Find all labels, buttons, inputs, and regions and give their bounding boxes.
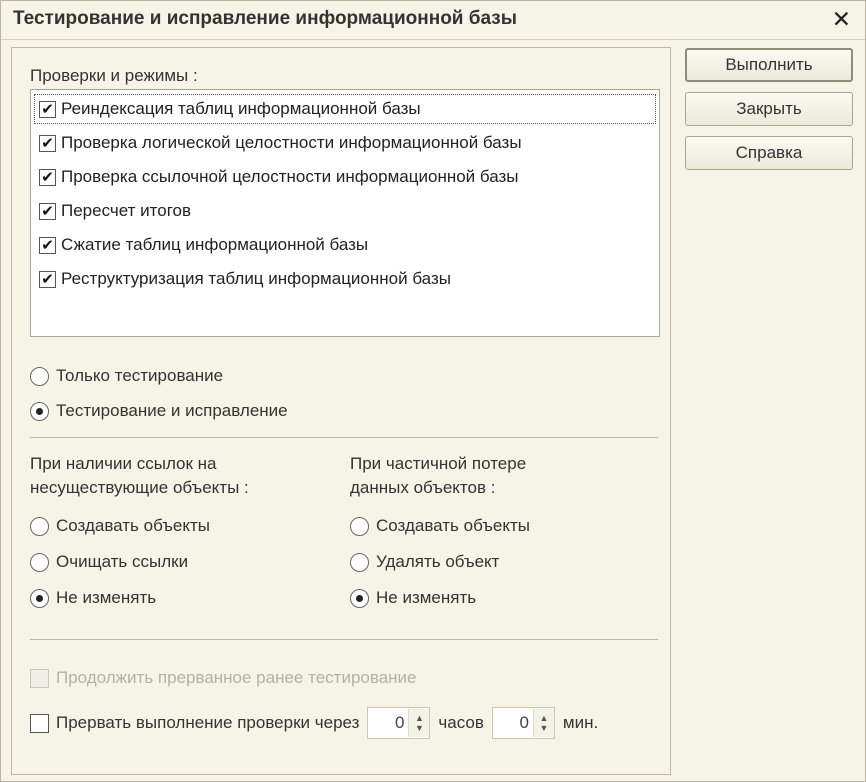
radio-only-testing[interactable]: Только тестирование xyxy=(30,366,223,386)
close-button[interactable]: Закрыть xyxy=(685,92,853,126)
check-item-restructure[interactable]: ✔ Реструктуризация таблиц информационной… xyxy=(35,265,655,293)
checkbox-checked-icon[interactable]: ✔ xyxy=(39,168,56,186)
radio-label: Создавать объекты xyxy=(376,516,530,535)
radio-icon[interactable] xyxy=(30,552,49,572)
radio-label: Очищать ссылки xyxy=(56,552,189,571)
interrupt-checkbox-row[interactable]: Прервать выполнение проверки через 0 ▲ ▼ … xyxy=(30,707,598,739)
check-item-label: Проверка логической целостности информац… xyxy=(61,133,522,152)
hours-stepper[interactable]: 0 ▲ ▼ xyxy=(367,707,431,739)
radio-refs-clear-links[interactable]: Очищать ссылки xyxy=(30,552,188,572)
resume-checkbox-row: Продолжить прерванное ранее тестирование xyxy=(30,668,417,688)
checkbox-checked-icon[interactable]: ✔ xyxy=(39,202,56,220)
dialog-window: Тестирование и исправление информационно… xyxy=(0,0,866,782)
refs-label-line2: несуществующие объекты : xyxy=(30,478,249,497)
hours-unit-label: часов xyxy=(438,713,484,732)
checkbox-unchecked-icon[interactable] xyxy=(30,713,49,733)
radio-icon[interactable] xyxy=(350,552,369,572)
radio-selected-icon[interactable] xyxy=(30,401,49,421)
checkbox-disabled-icon xyxy=(30,668,49,688)
radio-label: Тестирование и исправление xyxy=(56,401,288,420)
check-item-label: Реиндексация таблиц информационной базы xyxy=(61,99,421,118)
radio-selected-icon[interactable] xyxy=(30,588,49,608)
radio-label: Удалять объект xyxy=(376,552,500,571)
check-item-compress-tables[interactable]: ✔ Сжатие таблиц информационной базы xyxy=(35,231,655,259)
radio-refs-create-objects[interactable]: Создавать объекты xyxy=(30,516,210,536)
minutes-unit-label: мин. xyxy=(562,713,599,732)
checkbox-checked-icon[interactable]: ✔ xyxy=(39,134,56,152)
checkbox-checked-icon[interactable]: ✔ xyxy=(39,100,56,118)
radio-label: Создавать объекты xyxy=(56,516,210,535)
loss-label-line2: данных объектов : xyxy=(350,478,496,497)
radio-label: Только тестирование xyxy=(56,366,224,385)
check-item-label: Сжатие таблиц информационной базы xyxy=(61,235,369,254)
check-item-reindex[interactable]: ✔ Реиндексация таблиц информационной баз… xyxy=(34,94,656,124)
radio-icon[interactable] xyxy=(350,516,369,536)
radio-label: Не изменять xyxy=(376,588,477,607)
check-item-label: Проверка ссылочной целостности информаци… xyxy=(61,167,519,186)
divider xyxy=(30,437,658,438)
radio-refs-do-not-change[interactable]: Не изменять xyxy=(30,588,156,608)
interrupt-label: Прервать выполнение проверки через xyxy=(56,713,360,732)
window-title: Тестирование и исправление информационно… xyxy=(13,8,517,29)
refs-label-line1: При наличии ссылок на xyxy=(30,454,217,473)
radio-icon[interactable] xyxy=(30,516,49,536)
radio-testing-and-fix[interactable]: Тестирование и исправление xyxy=(30,401,288,421)
minutes-value[interactable]: 0 xyxy=(493,713,533,733)
resume-label: Продолжить прерванное ранее тестирование xyxy=(56,668,417,687)
checks-list: ✔ Реиндексация таблиц информационной баз… xyxy=(30,89,660,337)
radio-loss-create-objects[interactable]: Создавать объекты xyxy=(350,516,530,536)
divider xyxy=(30,639,658,640)
radio-loss-do-not-change[interactable]: Не изменять xyxy=(350,588,476,608)
close-icon[interactable]: ✕ xyxy=(832,6,851,33)
checkbox-checked-icon[interactable]: ✔ xyxy=(39,236,56,254)
checkbox-checked-icon[interactable]: ✔ xyxy=(39,270,56,288)
check-item-label: Пересчет итогов xyxy=(61,201,192,220)
radio-selected-icon[interactable] xyxy=(350,588,369,608)
loss-label-line1: При частичной потере xyxy=(350,454,527,473)
radio-icon[interactable] xyxy=(30,366,49,386)
check-item-label: Реструктуризация таблиц информационной б… xyxy=(61,269,451,288)
help-button[interactable]: Справка xyxy=(685,136,853,170)
settings-panel: Проверки и режимы : ✔ Реиндексация табли… xyxy=(11,47,671,775)
radio-loss-delete-object[interactable]: Удалять объект xyxy=(350,552,499,572)
check-item-logical-integrity[interactable]: ✔ Проверка логической целостности информ… xyxy=(35,129,655,157)
check-item-recalc-totals[interactable]: ✔ Пересчет итогов xyxy=(35,197,655,225)
title-bar[interactable]: Тестирование и исправление информационно… xyxy=(1,1,865,40)
run-button[interactable]: Выполнить xyxy=(685,48,853,82)
hours-value[interactable]: 0 xyxy=(368,713,408,733)
spin-arrows-icon[interactable]: ▲ ▼ xyxy=(532,709,554,737)
checks-label: Проверки и режимы : xyxy=(30,66,198,85)
spin-arrows-icon[interactable]: ▲ ▼ xyxy=(408,709,430,737)
radio-label: Не изменять xyxy=(56,588,157,607)
minutes-stepper[interactable]: 0 ▲ ▼ xyxy=(491,707,555,739)
check-item-reference-integrity[interactable]: ✔ Проверка ссылочной целостности информа… xyxy=(35,163,655,191)
